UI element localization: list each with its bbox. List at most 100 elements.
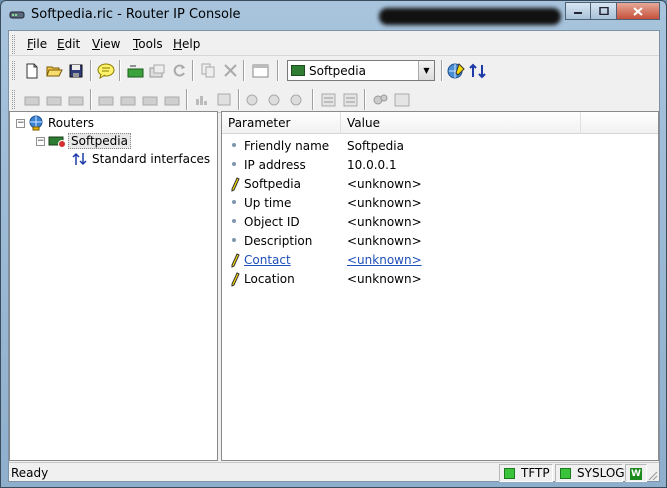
speech-bubble-icon [97,63,115,79]
w-status: W [625,464,647,482]
close-button[interactable] [617,2,660,20]
toolbar-separator [243,60,245,81]
toolbar-separator [192,60,194,81]
parameter-list[interactable]: Parameter Value Friendly name Softpedia IP… [221,111,659,461]
table-row[interactable]: Friendly name Softpedia [222,137,658,156]
table-row[interactable]: Softpedia <unknown> [222,175,658,194]
gears-icon [373,94,388,104]
add-router-icon [127,65,143,77]
minimize-button[interactable] [565,2,591,20]
table-row[interactable]: Object ID <unknown> [222,213,658,232]
tool-disabled-6[interactable] [139,89,161,110]
interface-icon [24,96,40,105]
tool-disabled-1[interactable] [21,89,43,110]
secondary-toolbar [9,86,659,113]
status-led-icon [560,468,571,479]
title-bar[interactable]: Softpedia.ric - Router IP Console [1,1,666,29]
tree-label: Standard interfaces [92,152,211,166]
parameter-name[interactable]: Contact [244,253,291,267]
tool-disabled-16[interactable] [391,89,413,110]
tool-disabled-13[interactable] [317,89,339,110]
tool-disabled-11[interactable] [265,89,287,110]
network-globe-icon [29,115,43,131]
table-row[interactable]: IP address 10.0.0.1 [222,156,658,175]
router-tree[interactable]: − Routers − Softpedia Standard interface… [9,111,218,461]
maximize-icon [598,7,609,15]
tool-disabled-3[interactable] [65,89,87,110]
open-button[interactable] [43,60,65,81]
router-error-icon [48,136,66,148]
bullet-icon [232,143,236,147]
main-toolbar: Softpedia ▼ [9,57,659,84]
copy-button[interactable] [197,60,219,81]
parameter-value[interactable]: <unknown> [347,253,422,267]
tool-disabled-14[interactable] [339,89,361,110]
status-bar: Ready TFTP SYSLOG W [9,462,659,482]
new-button[interactable] [21,60,43,81]
bullet-icon [232,162,236,166]
resize-grip-icon[interactable] [648,471,658,481]
syslog-status: SYSLOG [555,464,625,482]
comment-button[interactable] [95,60,117,81]
router-app-icon [9,11,25,19]
status-led-icon [504,468,515,479]
interfaces-arrows-icon [72,152,87,166]
tree-label: Routers [48,116,95,130]
column-header-parameter[interactable]: Parameter [222,112,341,134]
menu-grip[interactable] [12,35,15,54]
router-select[interactable]: Softpedia ▼ [287,60,435,81]
new-file-icon [26,63,38,78]
collapse-icon[interactable]: − [16,118,25,128]
table-row[interactable]: Description <unknown> [222,232,658,251]
chevron-down-icon[interactable]: ▼ [418,61,434,80]
tool-disabled-4[interactable] [95,89,117,110]
parameter-value: <unknown> [347,196,422,210]
refresh-button[interactable] [168,60,190,81]
tool-disabled-10[interactable] [243,89,265,110]
properties-button[interactable] [146,60,168,81]
tool-disabled-5[interactable] [117,89,139,110]
tool-disabled-12[interactable] [287,89,309,110]
sort-interfaces-button[interactable] [467,60,489,81]
menu-view[interactable]: View [92,37,120,51]
column-header-value[interactable]: Value [341,112,581,134]
save-button[interactable] [65,60,87,81]
table-row[interactable]: Contact <unknown> [222,251,658,270]
menu-edit[interactable]: Edit [57,37,80,51]
tree-node-interfaces[interactable]: Standard interfaces [72,150,210,168]
table-row[interactable]: Up time <unknown> [222,194,658,213]
delete-button[interactable] [219,60,241,81]
app-window: Softpedia.ric - Router IP Console File E… [0,0,667,488]
menu-tools[interactable]: Tools [133,37,163,51]
collapse-icon[interactable]: − [36,136,45,146]
menu-help[interactable]: Help [173,37,200,51]
toolbar-separator [119,60,121,81]
maximize-button[interactable] [591,2,617,20]
parameter-name: Up time [244,196,292,210]
toolbar-grip[interactable] [12,90,15,109]
toolbar-grip[interactable] [12,61,15,80]
toolbar-separator [364,89,366,110]
table-icon [217,93,231,106]
tree-node-router[interactable]: − Softpedia [36,132,131,150]
delete-x-icon [223,64,237,77]
window-button[interactable] [249,60,271,81]
list-remove-icon [343,93,357,106]
info-ms-icon [268,94,280,105]
toolbar-separator [238,89,240,110]
tool-disabled-8[interactable] [191,89,213,110]
tool-disabled-7[interactable] [161,89,183,110]
tool-disabled-2[interactable] [43,89,65,110]
tool-disabled-15[interactable] [369,89,391,110]
add-router-button[interactable] [124,60,146,81]
status-text: Ready [11,466,49,480]
pencil-edit-icon [231,177,240,192]
table-row[interactable]: Location <unknown> [222,270,658,289]
network-globe-button[interactable] [445,60,467,81]
toolbar-separator [186,89,188,110]
menu-file[interactable]: File [27,37,47,51]
toolbar-separator [277,60,279,81]
tool-disabled-9[interactable] [213,89,235,110]
parameter-name: Description [244,234,313,248]
tree-node-routers[interactable]: − Routers [16,114,94,132]
